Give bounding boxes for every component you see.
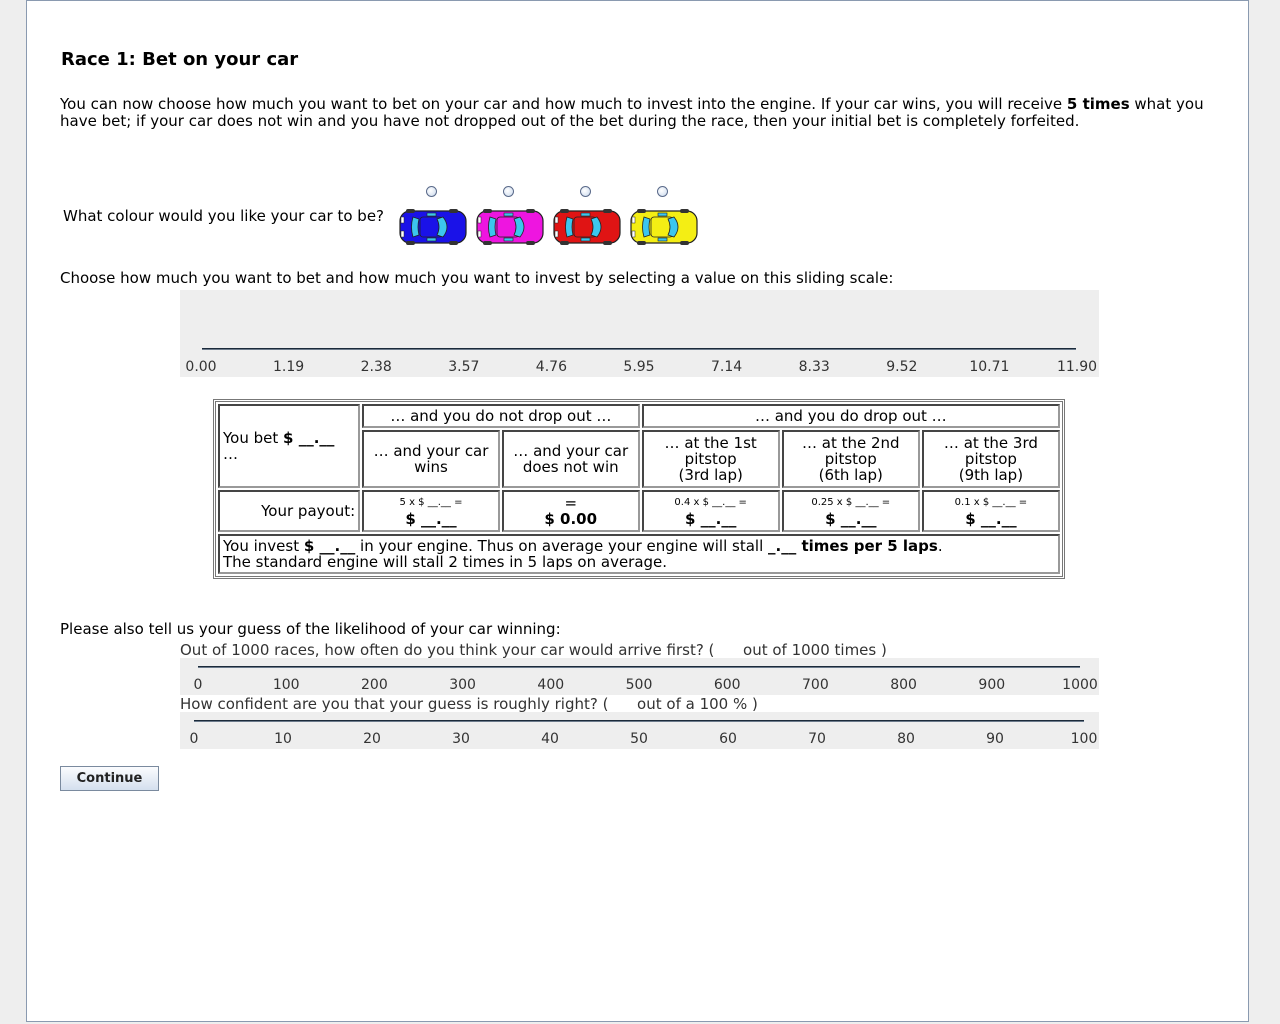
wins-slider-tick-label: 700: [802, 677, 829, 693]
car-blue-icon[interactable]: [399, 208, 467, 246]
wins-slider-tick-label: 800: [890, 677, 917, 693]
col-pit1-label: … at the 1st pitstop: [664, 434, 757, 468]
col-wins: … and your car wins: [362, 430, 500, 488]
wins-slider[interactable]: 0 100 200 300 400 500 600 700 800 900 1000: [180, 658, 1099, 695]
bet-slider-tick-label: 11.90: [1056, 359, 1098, 375]
payout-value: $ __.__: [965, 510, 1017, 528]
likelihood-prompt: Please also tell us your guess of the li…: [60, 620, 561, 638]
col-pit1-lap: (3rd lap): [678, 466, 743, 484]
bet-slider-tick-label: 3.57: [448, 359, 480, 375]
intro-bold: 5 times: [1066, 95, 1130, 113]
col-not-win: … and your car does not win: [501, 430, 640, 488]
page-title: Race 1: Bet on your car: [61, 49, 299, 70]
main-panel: Race 1: Bet on your car You can now choo…: [26, 0, 1249, 1022]
col-pit2-label: … at the 2nd pitstop: [801, 434, 900, 468]
standard-engine-note: The standard engine will stall 2 times i…: [223, 553, 668, 571]
bet-slider-tick-label: 9.52: [886, 359, 918, 375]
bet-slider-prompt: Choose how much you want to bet and how …: [60, 269, 894, 287]
wins-slider-tick-label: 1000: [1062, 677, 1098, 693]
car-yellow-icon[interactable]: [630, 208, 698, 246]
payout-label: Your payout:: [218, 490, 361, 532]
confidence-slider[interactable]: 0 10 20 30 40 50 60 70 80 90 100: [180, 712, 1099, 749]
payout-pit2: 0.25 x $ __.__ = $ __.__: [781, 490, 920, 532]
confidence-slider-tick-label: 40: [541, 731, 559, 747]
confidence-slider-tick-label: 80: [897, 731, 915, 747]
car-red-icon[interactable]: [553, 208, 621, 246]
payout-value: $ __.__: [825, 510, 877, 528]
payout-value: $ __.__: [684, 510, 737, 528]
invest-end: .: [937, 537, 943, 555]
payout-formula: 5 x $ __.__ =: [399, 497, 463, 508]
intro-text: You can now choose how much you want to …: [60, 96, 1220, 130]
confidence-slider-track[interactable]: [194, 720, 1084, 722]
payout-value: $ __.__: [405, 510, 457, 528]
wins-slider-tick-label: 200: [361, 677, 388, 693]
payout-table: You bet $ __.__… … and you do not drop o…: [213, 399, 1065, 579]
confidence-slider-tick-label: 20: [363, 731, 381, 747]
wins-slider-tick-label: 500: [625, 677, 653, 693]
payout-wins: 5 x $ __.__ = $ __.__: [362, 490, 500, 532]
radio-car-blue[interactable]: [426, 186, 437, 197]
payout-formula: 0.1 x $ __.__ =: [954, 497, 1028, 508]
confidence-slider-tick-label: 30: [452, 731, 470, 747]
payout-pit1: 0.4 x $ __.__ = $ __.__: [641, 490, 780, 532]
invest-cell: You invest $ __.__ in your engine. Thus …: [218, 534, 1060, 574]
payout-not-win: = $ 0.00: [501, 490, 640, 532]
payout-pit3: 0.1 x $ __.__ = $ __.__: [921, 490, 1060, 532]
car-colour-question: What colour would you like your car to b…: [63, 207, 385, 225]
col-pit3-label: … at the 3rd pitstop: [943, 434, 1038, 468]
bet-slider-track[interactable]: [202, 348, 1076, 350]
confidence-slider-tick-label: 70: [808, 731, 826, 747]
intro-part1: You can now choose how much you want to …: [60, 95, 1067, 113]
confidence-slider-tick-label: 50: [630, 731, 648, 747]
radio-car-magenta[interactable]: [503, 186, 514, 197]
continue-button[interactable]: Continue: [60, 766, 159, 791]
wins-question: Out of 1000 races, how often do you thin…: [180, 641, 887, 659]
payout-formula: 0.25 x $ __.__ =: [811, 497, 891, 508]
col-pit2-lap: (6th lap): [818, 466, 883, 484]
confidence-slider-tick-label: 60: [719, 731, 737, 747]
bet-slider-tick-label: 5.95: [623, 359, 655, 375]
radio-car-yellow[interactable]: [657, 186, 668, 197]
wins-slider-tick-label: 100: [272, 677, 300, 693]
bet-slider-tick-label: 2.38: [360, 359, 392, 375]
you-bet-ellipsis: …: [223, 445, 238, 463]
you-bet-cell: You bet $ __.__…: [218, 404, 361, 488]
bet-slider-tick-label: 10.71: [969, 359, 1010, 375]
wins-slider-tick-label: 0: [193, 677, 203, 693]
no-drop-header: … and you do not drop out …: [362, 404, 640, 428]
drop-header: … and you do drop out …: [641, 404, 1060, 428]
col-pit1: … at the 1st pitstop (3rd lap): [641, 430, 780, 488]
bet-slider-tick-label: 1.19: [273, 359, 305, 375]
col-pit3-lap: (9th lap): [958, 466, 1024, 484]
bet-slider-tick-label: 7.14: [711, 359, 743, 375]
col-pit3: … at the 3rd pitstop (9th lap): [921, 430, 1060, 488]
payout-formula: =: [564, 494, 578, 512]
wins-slider-tick-label: 600: [713, 677, 741, 693]
confidence-question: How confident are you that your guess is…: [180, 695, 758, 713]
confidence-slider-tick-label: 90: [986, 731, 1004, 747]
bet-slider-tick-label: 0.00: [185, 359, 217, 375]
col-pit2: … at the 2nd pitstop (6th lap): [781, 430, 920, 488]
you-bet-amount: $ __.__: [283, 429, 335, 447]
confidence-slider-tick-label: 10: [274, 731, 292, 747]
wins-slider-tick-label: 900: [978, 677, 1006, 693]
bet-slider-tick-label: 8.33: [798, 359, 830, 375]
wins-slider-track[interactable]: [198, 666, 1080, 668]
wins-slider-tick-label: 400: [537, 677, 565, 693]
wins-slider-tick-label: 300: [449, 677, 476, 693]
payout-formula: 0.4 x $ __.__ =: [674, 497, 747, 508]
invest-stall: _.__ times per 5 laps: [768, 537, 938, 555]
car-magenta-icon[interactable]: [476, 208, 544, 246]
bet-slider[interactable]: 0.00 1.19 2.38 3.57 4.76 5.95 7.14 8.33 9.52 10.7…: [180, 290, 1099, 377]
confidence-slider-tick-label: 100: [1070, 731, 1098, 747]
radio-car-red[interactable]: [580, 186, 591, 197]
payout-value: $ 0.00: [544, 510, 598, 528]
confidence-slider-tick-label: 0: [189, 731, 199, 747]
bet-slider-tick-label: 4.76: [535, 359, 567, 375]
